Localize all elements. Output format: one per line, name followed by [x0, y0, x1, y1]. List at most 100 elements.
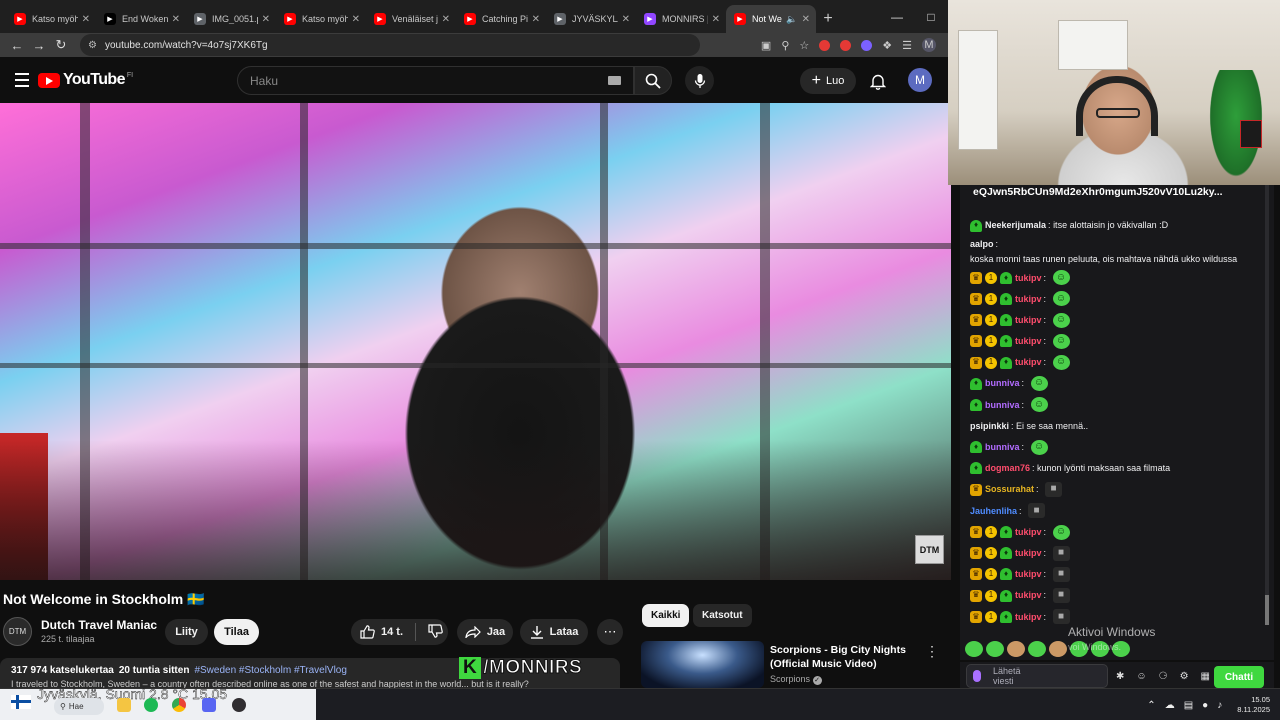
account-avatar[interactable]: M [908, 68, 932, 92]
forward-icon[interactable]: → [28, 34, 50, 56]
tab-close-icon[interactable]: ✕ [802, 14, 810, 25]
emote-icon[interactable]: ☺ [1052, 355, 1070, 371]
browser-tab[interactable]: ▶ MONNIRS | ✕ [636, 5, 726, 33]
chat-username[interactable]: Neekerijumala [985, 218, 1046, 233]
crown-badge-icon[interactable]: ♛ [970, 292, 982, 305]
crown-badge-icon[interactable]: ♛ [970, 483, 982, 496]
chat-username[interactable]: tukipv [1015, 588, 1042, 603]
url-field[interactable]: ⚙ youtube.com/watch?v=4o7sj7XK6Tg [80, 34, 700, 56]
emote-icon[interactable]: ☺ [1030, 439, 1048, 455]
chat-username[interactable]: tukipv [1015, 313, 1042, 328]
tab-close-icon[interactable]: ✕ [172, 14, 180, 25]
browser-tab[interactable]: ▶ JYVÄSKYLÄ ✕ [546, 5, 636, 33]
browser-tab[interactable]: ▶ Katso myöh ✕ [276, 5, 366, 33]
channel-points-icon[interactable]: ⚆ [1159, 671, 1168, 682]
browser-tab[interactable]: ▶ IMG_0051.p ✕ [186, 5, 276, 33]
subscriber-badge-icon[interactable]: 1 [985, 568, 997, 581]
leaf-badge-icon[interactable]: ♦ [970, 377, 982, 390]
chat-username[interactable]: aalpo [970, 237, 994, 251]
subscriber-badge-icon[interactable]: 1 [985, 292, 997, 305]
filter-chip-watched[interactable]: Katsotut [693, 604, 752, 627]
file-explorer-icon[interactable] [117, 698, 131, 712]
browser-tab[interactable]: ▶ Katso myöh ✕ [6, 5, 96, 33]
extension-purple-icon[interactable] [861, 39, 873, 51]
keyboard-icon[interactable] [608, 76, 621, 85]
subscriber-badge-icon[interactable]: 1 [985, 356, 997, 369]
subscriber-badge-icon[interactable]: 1 [985, 526, 997, 539]
reload-icon[interactable]: ↻ [50, 34, 72, 56]
leaf-badge-icon[interactable]: ♦ [1000, 610, 1012, 623]
emote-icon[interactable]: ■ [1052, 588, 1070, 604]
cast-icon[interactable]: ▣ [761, 39, 771, 52]
leaf-badge-icon[interactable]: ♦ [1000, 589, 1012, 602]
pinned-message[interactable]: eQJwn5RbCUn9Md2eXhr0mgumJ520vV10Lu2ky... [960, 185, 1274, 203]
chat-username[interactable]: psipinkki [970, 419, 1009, 434]
crown-badge-icon[interactable]: ♛ [970, 271, 982, 284]
chat-username[interactable]: tukipv [1015, 271, 1042, 286]
emote-icon[interactable] [1028, 641, 1046, 657]
chat-send-button[interactable]: Chatti [1214, 666, 1264, 688]
speaker-icon[interactable]: ♪ [1217, 700, 1222, 711]
extension-red-icon[interactable] [819, 39, 831, 51]
chat-username[interactable]: Sossurahat [985, 482, 1034, 497]
recommendation-thumbnail[interactable] [641, 641, 764, 688]
video-player[interactable]: DTM [0, 103, 951, 580]
chat-username[interactable]: bunniva [985, 398, 1020, 413]
chat-identity-icon[interactable] [973, 670, 981, 682]
emote-icon[interactable]: ☺ [1052, 291, 1070, 307]
tab-close-icon[interactable]: ✕ [82, 14, 90, 25]
channel-watermark[interactable]: DTM [915, 535, 944, 564]
emote-icon[interactable]: ■ [1052, 545, 1070, 561]
crown-badge-icon[interactable]: ♛ [970, 526, 982, 539]
chat-username[interactable]: bunniva [985, 440, 1020, 455]
subscriber-badge-icon[interactable]: 1 [985, 271, 997, 284]
emote-icon[interactable] [965, 641, 983, 657]
emote-icon[interactable]: ☺ [1030, 376, 1048, 392]
crown-badge-icon[interactable]: ♛ [970, 335, 982, 348]
channel-avatar[interactable]: DTM [3, 617, 32, 646]
browser-tab[interactable]: ▶ Venäläiset j ✕ [366, 5, 456, 33]
emote-icon[interactable]: ☺ [1052, 524, 1070, 540]
emote-icon[interactable]: ☺ [1030, 397, 1048, 413]
youtube-logo[interactable]: YouTube FI [38, 71, 133, 89]
share-button[interactable]: Jaa [457, 619, 513, 645]
settings-icon[interactable]: ⚙ [1180, 671, 1189, 682]
emote-icon[interactable]: ☺ [1052, 333, 1070, 349]
leaf-badge-icon[interactable]: ♦ [970, 398, 982, 411]
recommendation-menu-icon[interactable]: ⋮ [925, 643, 939, 660]
chat-username[interactable]: tukipv [1015, 546, 1042, 561]
leaf-badge-icon[interactable]: ♦ [1000, 271, 1012, 284]
obs-icon[interactable] [232, 698, 246, 712]
onedrive-icon[interactable]: ☁ [1165, 700, 1175, 711]
chat-username[interactable]: dogman76 [985, 461, 1030, 476]
tab-close-icon[interactable]: ✕ [532, 14, 540, 25]
emote-icon[interactable] [1007, 641, 1025, 657]
leaf-badge-icon[interactable]: ♦ [970, 219, 982, 232]
tray-overflow-icon[interactable]: ⌃ [1147, 700, 1155, 711]
taskbar-clock[interactable]: 15.05 8.11.2025 [1237, 695, 1270, 715]
microphone-icon[interactable]: ● [1202, 700, 1208, 711]
emote-icon[interactable]: ■ [1028, 503, 1046, 519]
subscriber-badge-icon[interactable]: 1 [985, 314, 997, 327]
tab-audio-icon[interactable]: 🔈 [786, 14, 797, 25]
crown-badge-icon[interactable]: ♛ [970, 314, 982, 327]
taskbar-search[interactable]: ⚲ Hae [54, 698, 104, 715]
chat-username[interactable]: tukipv [1015, 567, 1042, 582]
browser-tab[interactable]: ▶ Catching Pi ✕ [456, 5, 546, 33]
chat-username[interactable]: Jauhenliha [970, 504, 1017, 519]
create-button[interactable]: + Luo [800, 68, 856, 94]
crown-badge-icon[interactable]: ♛ [970, 356, 982, 369]
emote-icon[interactable] [1049, 641, 1067, 657]
leaf-badge-icon[interactable]: ♦ [1000, 292, 1012, 305]
dislike-button[interactable] [428, 623, 443, 641]
bookmark-star-icon[interactable]: ☆ [799, 39, 809, 52]
download-button[interactable]: Lataa [520, 619, 588, 645]
tab-close-icon[interactable]: ✕ [262, 14, 270, 25]
crown-badge-icon[interactable]: ♛ [970, 547, 982, 560]
filter-chip-all[interactable]: Kaikki [642, 604, 690, 627]
chat-scroll-thumb[interactable] [1265, 595, 1269, 625]
subscriber-badge-icon[interactable]: 1 [985, 335, 997, 348]
leaf-badge-icon[interactable]: ♦ [970, 441, 982, 454]
tab-close-icon[interactable]: ✕ [442, 14, 450, 25]
browser-tab[interactable]: ▶ Not We 🔈 ✕ [726, 5, 816, 33]
